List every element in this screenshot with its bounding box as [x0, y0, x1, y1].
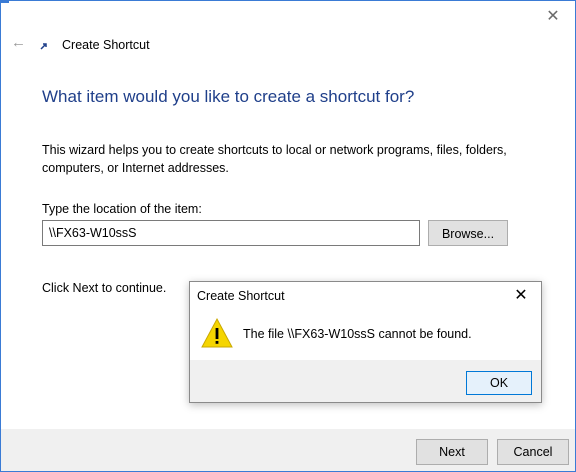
window-title: Create Shortcut	[62, 38, 150, 52]
window-corner-accent	[1, 1, 9, 3]
shortcut-wizard-icon	[40, 43, 47, 50]
error-dialog: Create Shortcut ✕ The file \\FX63-W10ssS…	[189, 281, 542, 403]
wizard-heading: What item would you like to create a sho…	[42, 87, 415, 106]
dialog-close-icon[interactable]: ✕	[511, 286, 531, 306]
back-arrow-icon[interactable]: ←	[11, 35, 29, 51]
cancel-button[interactable]: Cancel	[497, 439, 569, 465]
dialog-title: Create Shortcut	[197, 289, 285, 303]
continue-instruction: Click Next to continue.	[42, 281, 167, 295]
dialog-message: The file \\FX63-W10ssS cannot be found.	[243, 327, 472, 341]
browse-button[interactable]: Browse...	[428, 220, 508, 246]
location-label: Type the location of the item:	[42, 202, 202, 216]
wizard-footer	[1, 429, 575, 471]
warning-icon	[201, 317, 233, 348]
create-shortcut-window: ✕ ← Create Shortcut What item would you …	[0, 0, 576, 472]
close-icon[interactable]: ✕	[543, 7, 563, 27]
location-input[interactable]	[42, 220, 420, 246]
next-button[interactable]: Next	[416, 439, 488, 465]
ok-button[interactable]: OK	[466, 371, 532, 395]
wizard-description: This wizard helps you to create shortcut…	[42, 143, 507, 175]
